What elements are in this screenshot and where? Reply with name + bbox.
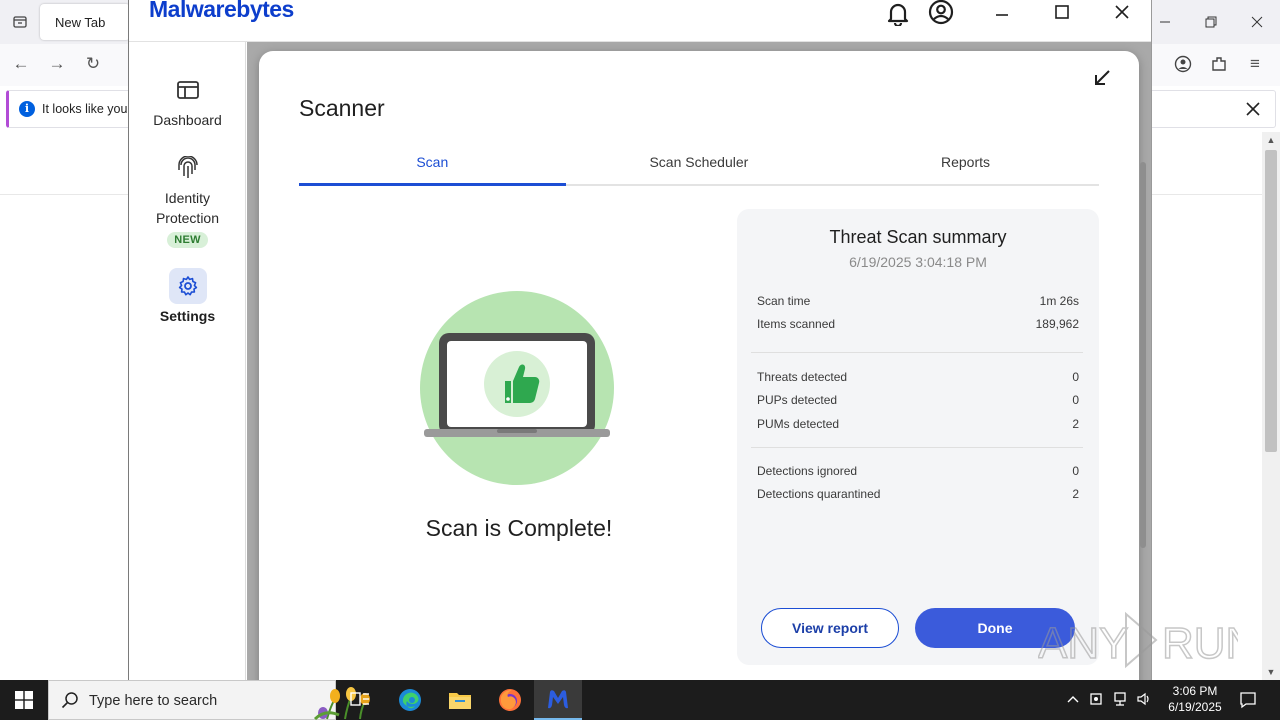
- notification-text: It looks like you: [42, 102, 128, 116]
- notification-center-icon[interactable]: [1232, 680, 1264, 720]
- summary-date: 6/19/2025 3:04:18 PM: [849, 254, 987, 270]
- summary-divider: [751, 447, 1083, 448]
- summary-label: Detections quarantined: [757, 487, 881, 501]
- app-content-area: Scanner Scan Scan Scheduler Reports Scan…: [247, 42, 1151, 680]
- search-icon: [61, 691, 79, 709]
- summary-row: PUMs detected 2: [757, 417, 1079, 437]
- sidebar-label-identity-protection: Identity Protection: [155, 190, 220, 226]
- bell-icon[interactable]: [885, 0, 911, 28]
- malwarebytes-taskbar-icon[interactable]: [534, 680, 582, 720]
- fingerprint-icon: [169, 150, 207, 186]
- taskbar-search-box[interactable]: Type here to search: [48, 680, 370, 720]
- search-placeholder: Type here to search: [89, 693, 218, 709]
- file-explorer-icon[interactable]: [436, 680, 484, 720]
- account-icon[interactable]: [1172, 53, 1194, 75]
- summary-value: 189,962: [1035, 317, 1079, 331]
- clock-time: 3:06 PM: [1172, 684, 1218, 698]
- gear-icon: [168, 268, 207, 304]
- browser-tab[interactable]: New Tab: [40, 4, 130, 40]
- tab-scan-scheduler[interactable]: Scan Scheduler: [566, 144, 833, 184]
- scanner-tabs: Scan Scan Scheduler Reports: [299, 144, 1099, 186]
- network-icon[interactable]: [1112, 691, 1128, 710]
- svg-text:ANY: ANY: [1038, 619, 1128, 668]
- threat-scan-summary-card: Threat Scan summary 6/19/2025 3:04:18 PM…: [737, 209, 1099, 665]
- summary-row: Scan time 1m 26s: [757, 294, 1079, 314]
- scan-complete-text: Scan is Complete!: [425, 515, 613, 541]
- summary-row: Items scanned 189,962: [757, 317, 1079, 337]
- volume-icon[interactable]: [1136, 691, 1152, 710]
- notification-close-icon[interactable]: [1241, 97, 1265, 121]
- app-sidebar: Dashboard Identity Protection NEW Settin…: [129, 42, 246, 680]
- reload-icon[interactable]: ↻: [82, 53, 104, 75]
- summary-label: PUPs detected: [757, 393, 838, 407]
- tab-reports[interactable]: Reports: [832, 144, 1099, 184]
- view-report-button[interactable]: View report: [761, 608, 899, 648]
- summary-label: Detections ignored: [757, 464, 858, 478]
- summary-label: PUMs detected: [757, 417, 840, 431]
- summary-label: Items scanned: [757, 317, 836, 331]
- anyrun-watermark: ANY RUN: [1037, 608, 1258, 672]
- back-icon[interactable]: ←: [10, 53, 32, 75]
- sidebar-item-dashboard[interactable]: Dashboard: [129, 72, 246, 130]
- summary-label: Scan time: [757, 294, 811, 308]
- scan-complete-illustration: [419, 291, 619, 491]
- scanner-title: Scanner: [299, 95, 385, 121]
- summary-value: 0: [1072, 370, 1079, 384]
- taskbar-clock[interactable]: 3:06 PM 6/19/2025: [1160, 683, 1230, 715]
- summary-title: Threat Scan summary: [829, 227, 1007, 247]
- browser-tab-title: New Tab: [55, 15, 106, 30]
- summary-value: 2: [1072, 487, 1079, 501]
- malwarebytes-window: Malwarebytes Dashboard Identity Protecti…: [128, 0, 1152, 680]
- system-tray: [1066, 680, 1152, 720]
- summary-row: Detections quarantined 2: [757, 487, 1079, 507]
- collapse-arrow-icon[interactable]: [1091, 67, 1113, 89]
- tab-list-icon[interactable]: [6, 10, 34, 34]
- task-view-icon[interactable]: [336, 680, 384, 720]
- app-close-icon[interactable]: [1099, 0, 1145, 24]
- dashboard-icon: [169, 72, 207, 108]
- sidebar-label-settings: Settings: [159, 308, 216, 324]
- summary-value: 1m 26s: [1039, 294, 1079, 308]
- browser-window-controls: [1142, 0, 1280, 44]
- scanner-dialog: Scanner Scan Scan Scheduler Reports Scan…: [259, 51, 1139, 680]
- app-minimize-icon[interactable]: [979, 0, 1025, 24]
- forward-icon[interactable]: →: [46, 53, 68, 75]
- windows-taskbar: Type here to search 3:06 PM 6/19/2025: [0, 680, 1280, 720]
- tray-chevron-up-icon[interactable]: [1066, 693, 1080, 707]
- sidebar-label-dashboard: Dashboard: [153, 112, 222, 128]
- new-badge: NEW: [167, 232, 208, 248]
- summary-value: 2: [1072, 417, 1079, 431]
- summary-value: 0: [1072, 464, 1079, 478]
- edge-browser-icon[interactable]: [386, 680, 434, 720]
- menu-icon[interactable]: ≡: [1244, 53, 1266, 75]
- summary-label: Threats detected: [757, 370, 848, 384]
- scroll-thumb[interactable]: [1265, 150, 1277, 452]
- summary-row: Detections ignored 0: [757, 464, 1079, 484]
- sidebar-item-identity-protection[interactable]: Identity Protection NEW: [129, 150, 246, 248]
- summary-row: PUPs detected 0: [757, 393, 1079, 413]
- info-icon: i: [19, 101, 35, 117]
- app-titlebar: Malwarebytes: [129, 0, 1151, 42]
- sidebar-item-settings[interactable]: Settings: [129, 268, 246, 326]
- firefox-icon[interactable]: [486, 680, 534, 720]
- scroll-down-icon[interactable]: ▼: [1262, 664, 1280, 680]
- summary-divider: [751, 352, 1083, 353]
- user-account-icon[interactable]: [927, 0, 955, 26]
- summary-value: 0: [1072, 393, 1079, 407]
- scroll-up-icon[interactable]: ▲: [1262, 132, 1280, 148]
- browser-restore-icon[interactable]: [1188, 0, 1234, 44]
- windows-start-icon[interactable]: [0, 680, 48, 720]
- summary-row: Threats detected 0: [757, 370, 1079, 390]
- clock-date: 6/19/2025: [1168, 700, 1222, 714]
- malwarebytes-logo: Malwarebytes: [149, 0, 294, 22]
- content-scrollbar[interactable]: [1140, 162, 1146, 548]
- browser-close-icon[interactable]: [1234, 0, 1280, 44]
- browser-scrollbar[interactable]: ▲ ▼: [1262, 132, 1280, 680]
- tab-scan[interactable]: Scan: [299, 144, 566, 186]
- extensions-icon[interactable]: [1208, 53, 1230, 75]
- tray-device-icon[interactable]: [1088, 691, 1104, 710]
- svg-text:RUN: RUN: [1162, 619, 1238, 668]
- app-maximize-icon[interactable]: [1039, 0, 1085, 24]
